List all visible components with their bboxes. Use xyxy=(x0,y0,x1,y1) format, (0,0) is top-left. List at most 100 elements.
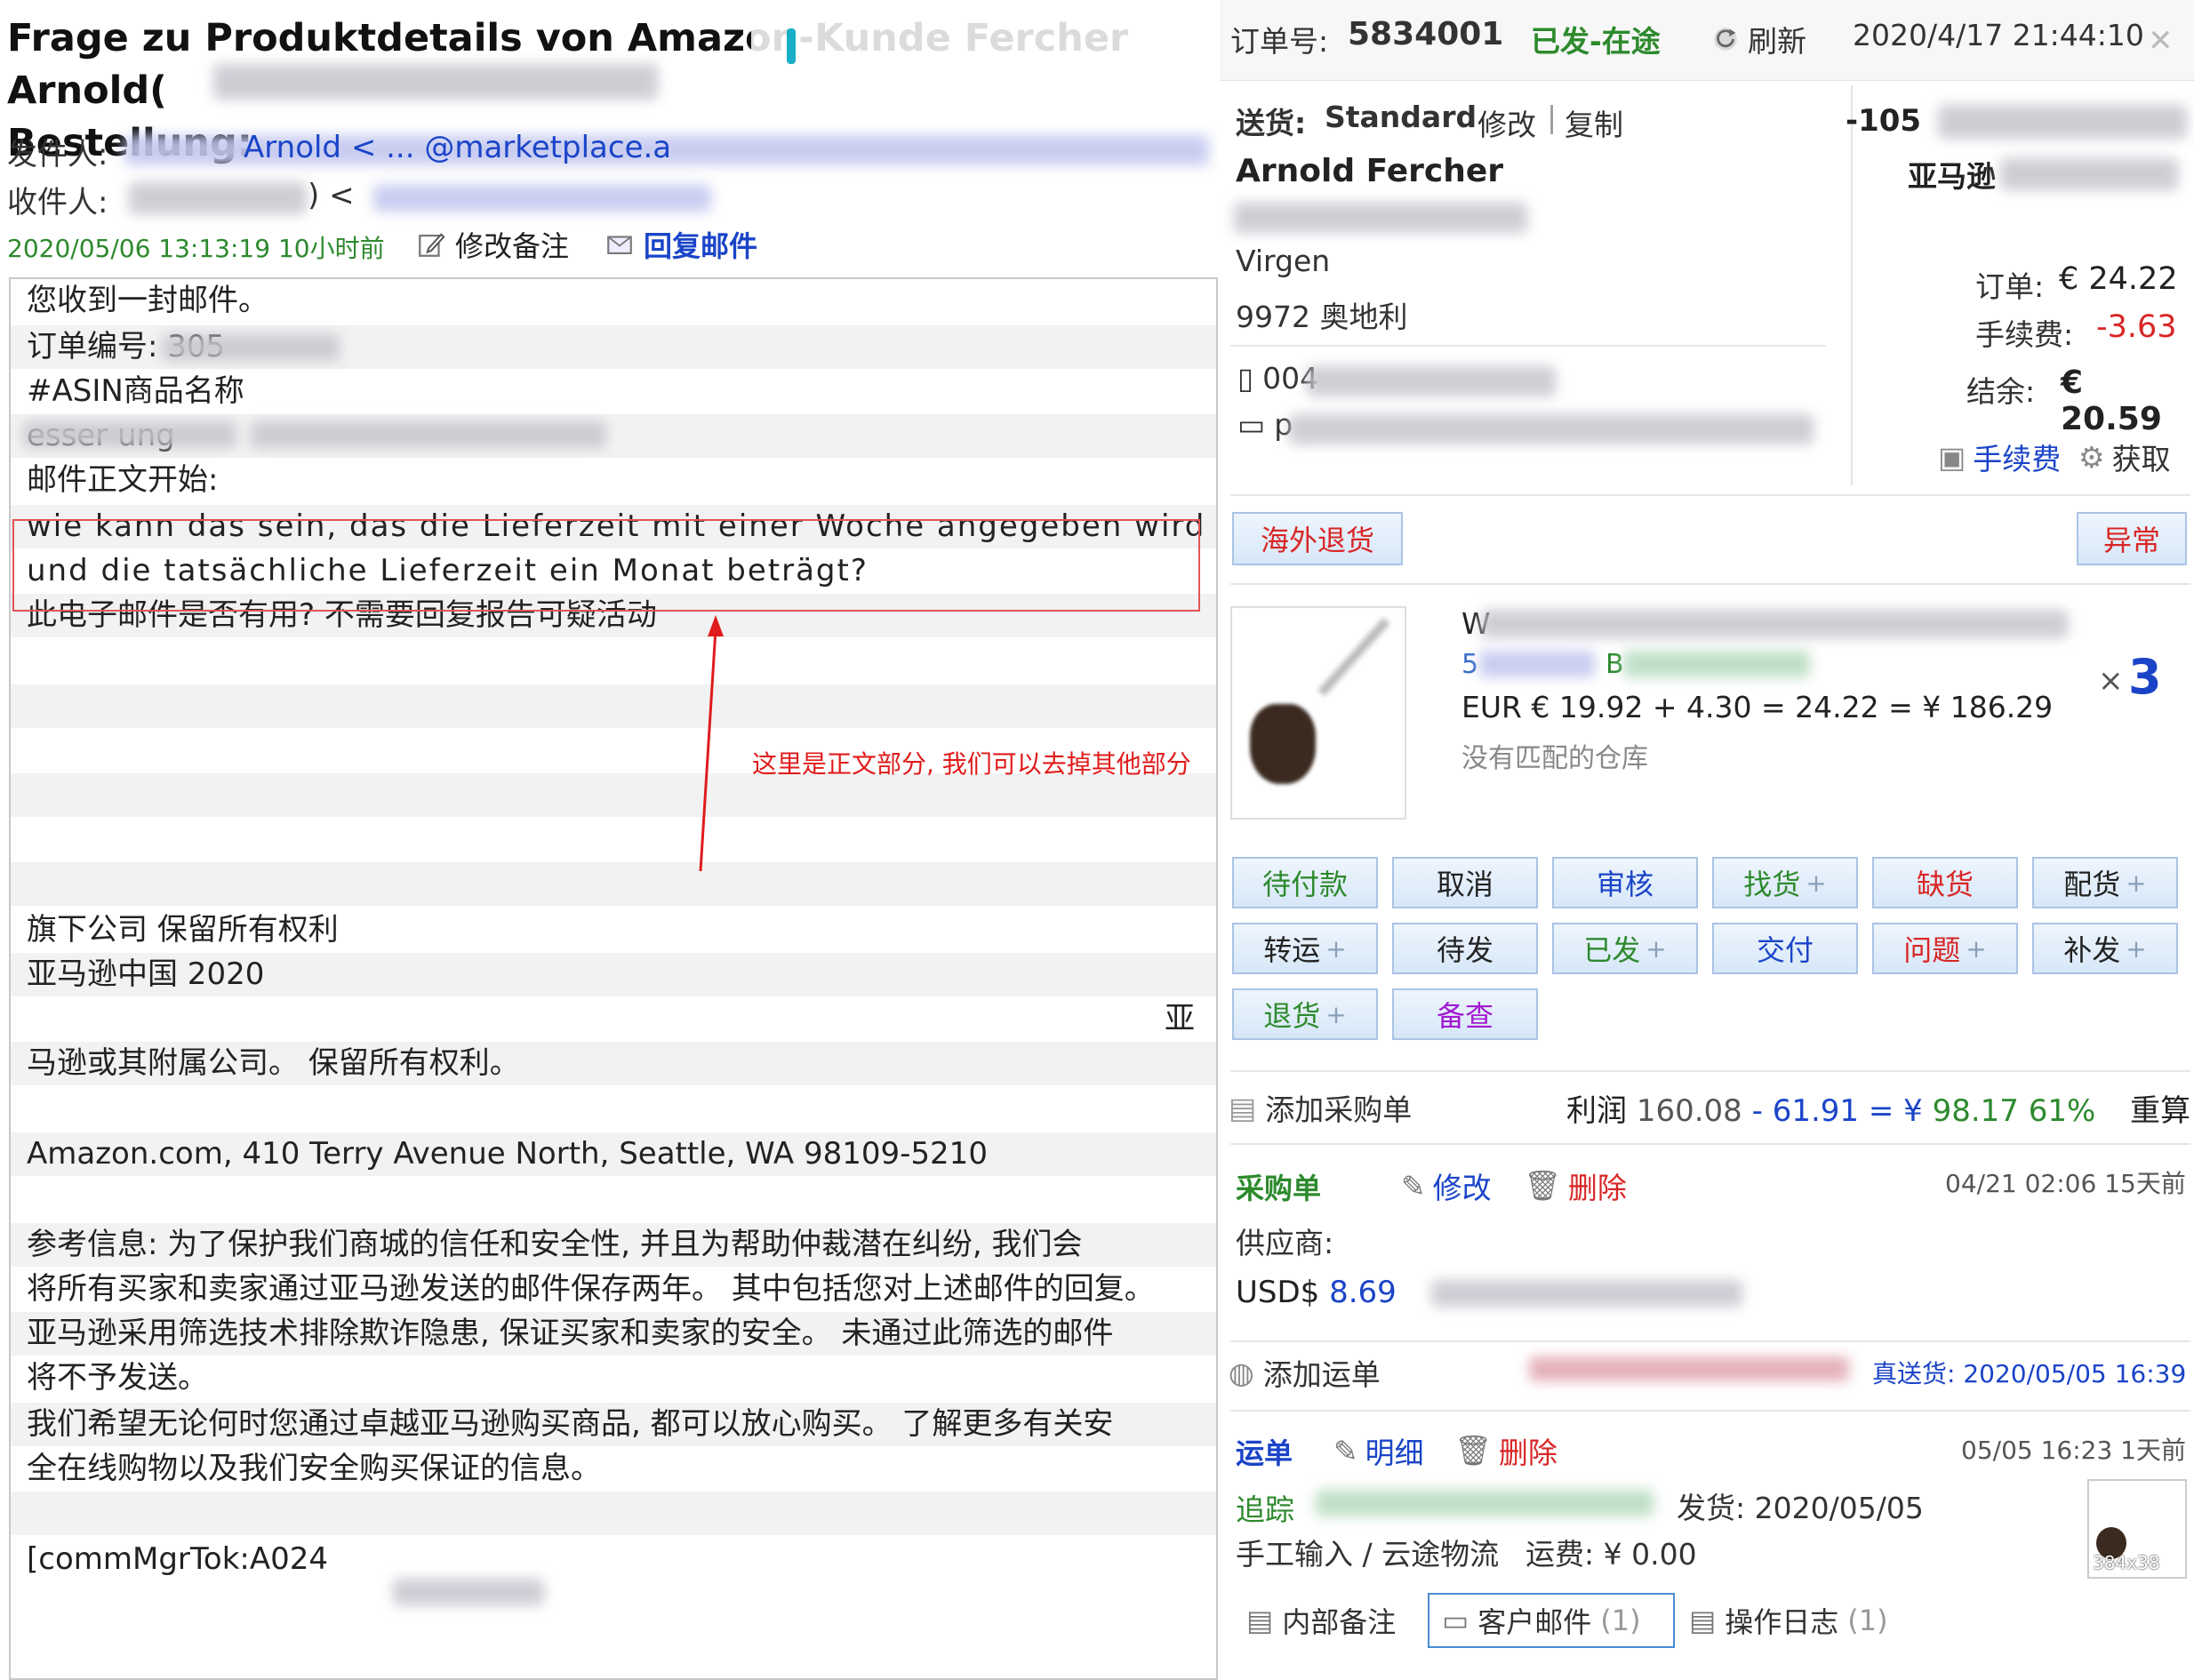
body-highlight-box xyxy=(12,519,1200,612)
redacted-store xyxy=(2000,158,2178,190)
profit-row: 利润 160.08 - 61.91 = ¥ 98.17 61% xyxy=(1566,1093,2096,1129)
profit-percent: 61% xyxy=(2028,1093,2096,1129)
action-button[interactable]: 转运 + xyxy=(1232,923,1378,974)
action-button[interactable]: 待发 xyxy=(1392,923,1538,974)
balance-value: € 20.59 xyxy=(2061,364,2162,437)
product-image[interactable] xyxy=(1230,606,1406,820)
slider-handle[interactable] xyxy=(787,28,796,64)
waybill-delete-link[interactable]: 🗑 删除 xyxy=(1454,1429,1557,1472)
gear-icon: ⚙ xyxy=(2078,439,2105,475)
qty-x: × xyxy=(2098,663,2124,699)
email-body-line: #ASIN商品名称 xyxy=(27,373,244,409)
redacted-email xyxy=(1289,414,1814,444)
ref-number: -105 xyxy=(1846,103,1922,139)
redacted-product-title xyxy=(1481,610,2068,638)
email-body: 您收到一封邮件。订单编号: 305#ASIN商品名称esser ung邮件正文开… xyxy=(9,277,1218,1680)
copy-address-link[interactable]: 复制 xyxy=(1565,101,1623,144)
action-button[interactable]: 找货 + xyxy=(1712,857,1858,908)
email-body-line xyxy=(11,684,1216,728)
tab-operation-log[interactable]: ▤ 操作日志 (1) xyxy=(1689,1593,1888,1648)
edit-note-button[interactable]: 修改备注 xyxy=(416,224,569,265)
redacted-sku xyxy=(1479,651,1595,677)
redacted-ref xyxy=(1938,105,2187,139)
email-body-line: 邮件正文开始: xyxy=(27,462,219,498)
action-button[interactable]: 待付款 xyxy=(1232,857,1378,908)
plus-icon: + xyxy=(2126,933,2147,964)
to-row: 收件人: xyxy=(7,185,108,220)
waybill-title: 运单 xyxy=(1236,1436,1293,1470)
exception-button[interactable]: 异常 xyxy=(2077,512,2187,565)
refresh-button[interactable]: 刷新 xyxy=(1710,18,1806,60)
action-button[interactable]: 审核 xyxy=(1552,857,1698,908)
mail-small-icon: ▭ xyxy=(1442,1604,1469,1637)
action-button[interactable]: 备查 xyxy=(1392,988,1538,1040)
action-button[interactable]: 配货 + xyxy=(2032,857,2178,908)
email-timestamp: 2020/05/06 13:13:19 10小时前 xyxy=(7,234,385,263)
redacted-text xyxy=(251,421,606,448)
purchase-delete-link[interactable]: 🗑 删除 xyxy=(1524,1164,1627,1207)
customer-name: Arnold Fercher xyxy=(1236,153,1504,189)
plus-icon: + xyxy=(1646,933,1667,964)
ship-method: Standard xyxy=(1325,100,1477,134)
recalc-button[interactable]: 重算 xyxy=(2130,1086,2190,1130)
action-button[interactable]: 交付 xyxy=(1712,923,1858,974)
edit-small-icon: ✎ xyxy=(1401,1168,1426,1204)
add-waybill-button[interactable]: ◍ 添加运单 xyxy=(1229,1351,1381,1394)
action-button[interactable]: 缺货 xyxy=(1872,857,2018,908)
profit-net: 98.17 xyxy=(1932,1093,2019,1129)
redacted-text xyxy=(393,1579,544,1605)
waybill-time: 05/05 16:23 1天前 xyxy=(1961,1436,2186,1465)
modify-ship-link[interactable]: 修改 xyxy=(1477,101,1536,144)
email-body-line: 亚马逊中国 2020 xyxy=(11,953,1216,996)
add-purchase-order-button[interactable]: ▤ 添加采购单 xyxy=(1229,1086,1412,1129)
overseas-return-button[interactable]: 海外退货 xyxy=(1232,512,1403,565)
waybill-thumbnail[interactable]: 384x38 xyxy=(2087,1479,2187,1579)
redacted-asin xyxy=(1623,651,1810,677)
supplier-label: 供应商: xyxy=(1236,1226,1334,1260)
reply-email-button[interactable]: 回复邮件 xyxy=(605,224,757,265)
purchase-modify-link[interactable]: ✎ 修改 xyxy=(1401,1164,1492,1207)
action-button[interactable]: 问题 + xyxy=(1872,923,2018,974)
carrier: 手工输入 / 云途物流 xyxy=(1236,1537,1500,1572)
waybill-detail-link[interactable]: ✎ 明细 xyxy=(1333,1429,1424,1472)
action-button[interactable]: 补发 + xyxy=(2032,923,2178,974)
from-value: Arnold < ... @marketplace.a xyxy=(244,130,672,165)
email-pane: Frage zu Produktdetails von Amazon-Kunde… xyxy=(0,0,1218,1680)
overlay-bar xyxy=(751,16,1129,78)
tracking-link[interactable]: 追踪 xyxy=(1236,1486,1294,1529)
fetch-button[interactable]: ⚙ 获取 xyxy=(2078,436,2171,478)
profit-cost: 61.91 xyxy=(1772,1093,1860,1129)
email-body-line: 旗下公司 保留所有权利 xyxy=(27,912,339,948)
tab-customer-email[interactable]: ▭ 客户邮件 (1) xyxy=(1428,1593,1675,1648)
tab-internal-notes[interactable]: ▤ 内部备注 xyxy=(1246,1593,1405,1648)
email-body-line: 亚马逊采用筛选技术排除欺诈隐患, 保证买家和卖家的安全。 未通过此筛选的邮件 xyxy=(11,1312,1216,1356)
log-icon: ▤ xyxy=(1689,1604,1717,1637)
action-button[interactable]: 退货 + xyxy=(1232,988,1378,1040)
plus-icon: + xyxy=(1806,868,1827,898)
product-asin: B xyxy=(1605,649,1624,680)
edit-icon xyxy=(419,233,445,257)
real-ship-time: 真送货: 2020/05/05 16:39 xyxy=(1872,1359,2187,1388)
thumb-caption: 384x38 xyxy=(2093,1552,2160,1573)
note-icon: ▤ xyxy=(1246,1604,1274,1637)
ship-date: 发货: 2020/05/05 xyxy=(1677,1491,1924,1525)
product-price-line: EUR € 19.92 + 4.30 = 24.22 = ¥ 186.29 xyxy=(1461,690,2054,724)
email-body-line xyxy=(11,818,1216,861)
profit-revenue: 160.08 xyxy=(1636,1093,1742,1129)
email-body-line: 将所有买家和卖家通过亚马逊发送的邮件保存两年。 其中包括您对上述邮件的回复。 xyxy=(27,1271,1155,1307)
product-image-shape xyxy=(1250,704,1316,784)
redacted-waybill xyxy=(1529,1356,1849,1381)
email-row: ▭ p xyxy=(1237,407,1293,442)
action-button[interactable]: 取消 xyxy=(1392,857,1538,908)
close-icon[interactable]: ✕ xyxy=(2148,23,2174,59)
fee-value: -3.63 xyxy=(2096,309,2177,345)
fee-label: 手续费: xyxy=(1975,317,2074,352)
plus-icon: + xyxy=(1966,933,1987,964)
email-body-line: 全在线购物以及我们安全购买保证的信息。 xyxy=(27,1451,601,1486)
from-row: 发件人: xyxy=(7,137,108,172)
order-datetime: 2020/4/17 21:44:10 xyxy=(1853,18,2144,52)
order-number: 5834001 xyxy=(1348,16,1504,52)
fee-link[interactable]: ▣ 手续费 xyxy=(1938,436,2061,478)
action-button[interactable]: 已发 + xyxy=(1552,923,1698,974)
order-number-label: 订单号: xyxy=(1230,24,1329,59)
